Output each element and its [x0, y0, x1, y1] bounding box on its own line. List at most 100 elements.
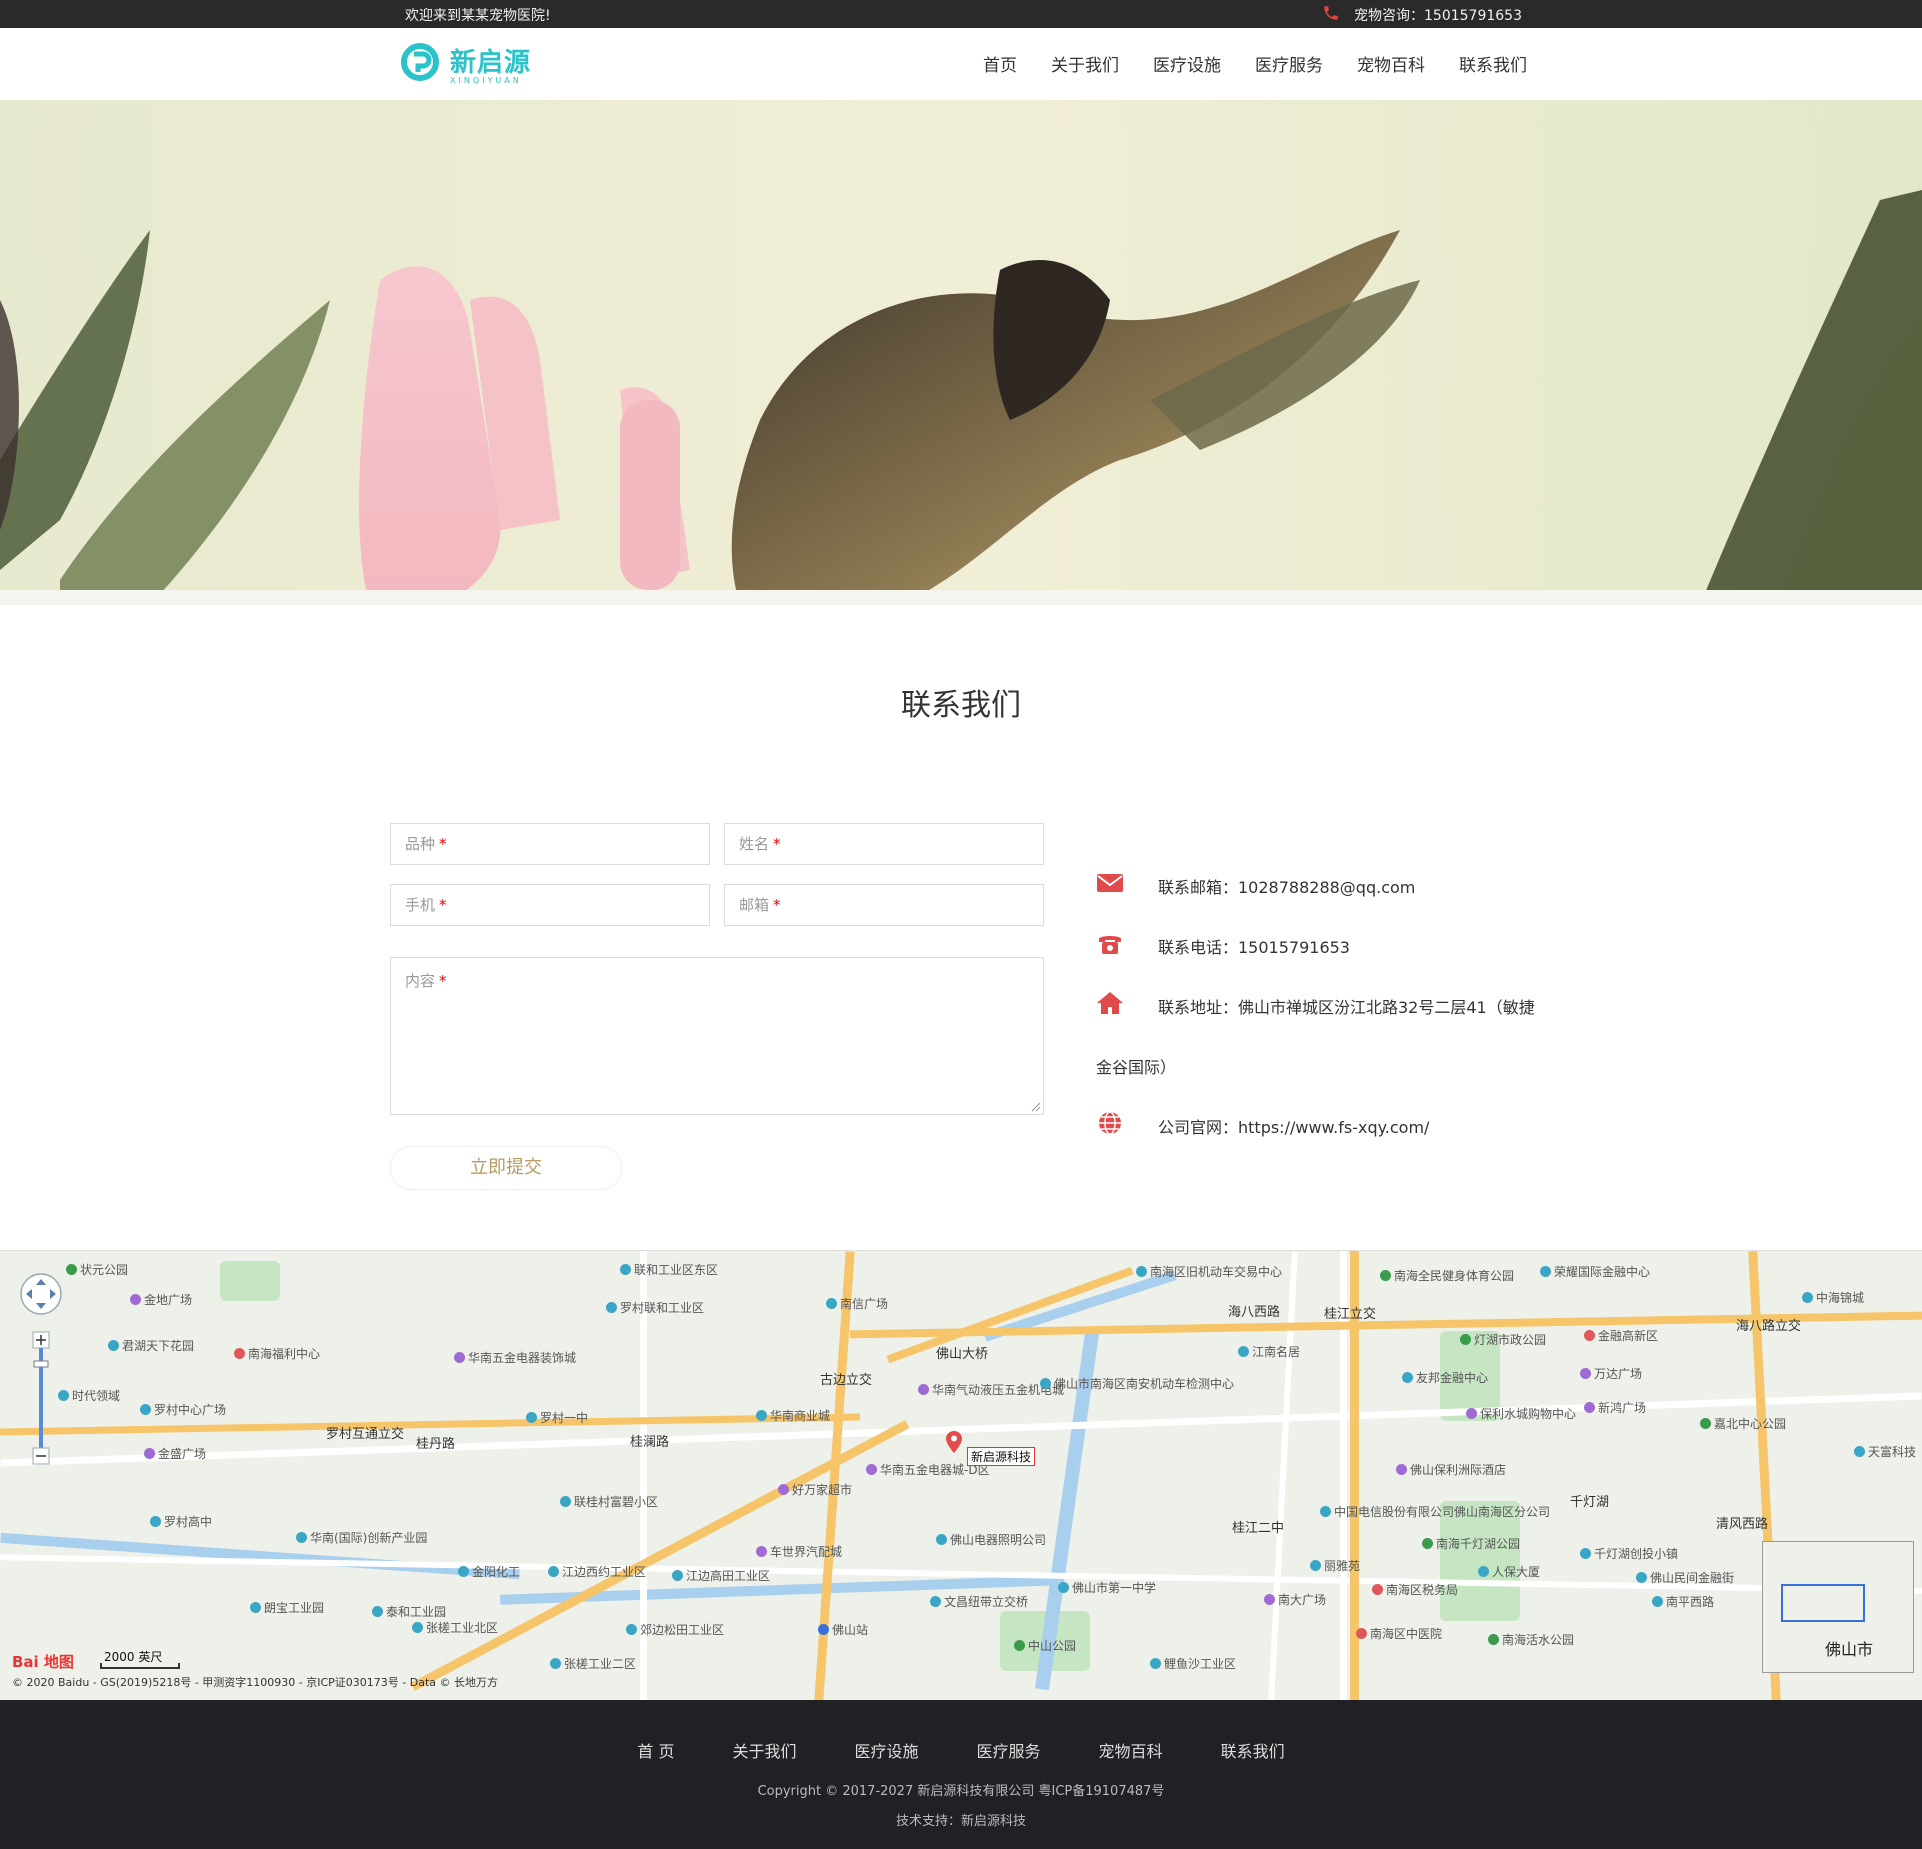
poi-label: 南海福利中心	[248, 1347, 321, 1361]
map-poi[interactable]: 南海活水公园	[1488, 1631, 1574, 1648]
map-poi[interactable]: 金融高新区	[1584, 1327, 1658, 1344]
footer-nav-contact[interactable]: 联系我们	[1192, 1738, 1314, 1762]
baidu-map[interactable]: 海八西路 桂江立交 海八路立交 佛山大桥 罗村互通立交 桂丹路 古边立交 桂澜路…	[0, 1250, 1922, 1701]
footer-nav-home[interactable]: 首 页	[608, 1738, 703, 1762]
name-input[interactable]: 姓名 *	[724, 823, 1044, 865]
map-poi[interactable]: 好万家超市	[778, 1481, 852, 1498]
map-poi[interactable]: 罗村高中	[150, 1513, 212, 1530]
poi-marker-icon	[250, 1602, 261, 1613]
footer-nav-about[interactable]: 关于我们	[704, 1738, 826, 1762]
map-poi[interactable]: 状元公园	[66, 1261, 128, 1278]
poi-label: 南海千灯湖公园	[1436, 1537, 1521, 1551]
overview-viewport-frame[interactable]	[1781, 1584, 1865, 1622]
map-poi[interactable]: 金阳化工	[458, 1563, 520, 1580]
map-poi[interactable]: 万达广场	[1580, 1365, 1642, 1382]
map-poi[interactable]: 中海锦城	[1802, 1289, 1864, 1306]
map-poi[interactable]: 华南(国际)创新产业园	[296, 1529, 427, 1546]
map-poi[interactable]: 泰和工业园	[372, 1603, 446, 1620]
nav-encyclopedia[interactable]: 宠物百科	[1340, 52, 1442, 80]
map-poi[interactable]: 罗村中心广场	[140, 1401, 226, 1418]
map-road-label: 千灯湖	[1570, 1495, 1610, 1510]
map-poi[interactable]: 华南五金电器装饰城	[454, 1349, 576, 1366]
map-poi[interactable]: 南海千灯湖公园	[1422, 1535, 1520, 1552]
nav-home[interactable]: 首页	[966, 52, 1034, 80]
phone-input[interactable]: 手机 *	[390, 884, 710, 926]
nav-services[interactable]: 医疗服务	[1238, 52, 1340, 80]
baidu-map-logo: Bai 地图	[12, 1653, 74, 1671]
nav-facilities[interactable]: 医疗设施	[1136, 52, 1238, 80]
map-poi[interactable]: 罗村联和工业区	[606, 1299, 704, 1316]
map-poi[interactable]: 天富科技	[1854, 1443, 1916, 1460]
map-poi[interactable]: 南海区税务局	[1372, 1581, 1458, 1598]
map-poi[interactable]: 千灯湖创投小镇	[1580, 1545, 1678, 1562]
map-poi[interactable]: 鲤鱼沙工业区	[1150, 1655, 1236, 1672]
submit-button[interactable]: 立即提交	[390, 1146, 622, 1190]
map-poi[interactable]: 中国电信股份有限公司佛山南海区分公司	[1320, 1503, 1550, 1520]
map-poi[interactable]: 江边高田工业区	[672, 1567, 770, 1584]
map-poi[interactable]: 佛山电器照明公司	[936, 1531, 1046, 1548]
map-road-label: 桂江立交	[1324, 1307, 1377, 1322]
map-poi[interactable]: 金盛广场	[144, 1445, 206, 1462]
map-poi[interactable]: 新鸿广场	[1584, 1399, 1646, 1416]
content-textarea[interactable]: 内容 *	[390, 957, 1044, 1115]
map-poi[interactable]: 联桂村富碧小区	[560, 1493, 658, 1510]
map-poi[interactable]: 张槎工业二区	[550, 1655, 636, 1672]
nav-about[interactable]: 关于我们	[1034, 52, 1136, 80]
breed-input[interactable]: 品种 *	[390, 823, 710, 865]
map-poi[interactable]: 中山公园	[1014, 1637, 1076, 1654]
map-poi[interactable]: 灯湖市政公园	[1460, 1331, 1546, 1348]
footer-nav-services[interactable]: 医疗服务	[948, 1738, 1070, 1762]
poi-marker-icon	[1488, 1634, 1499, 1645]
map-poi[interactable]: 友邦金融中心	[1402, 1369, 1488, 1386]
map-poi[interactable]: 嘉北中心公园	[1700, 1415, 1786, 1432]
contact-website-link[interactable]: 公司官网：https://www.fs-xqy.com/	[1158, 1114, 1429, 1138]
map-poi[interactable]: 华南商业城	[756, 1407, 830, 1424]
home-icon	[1097, 992, 1123, 1014]
map-poi[interactable]: 金地广场	[130, 1291, 192, 1308]
map-poi[interactable]: 荣耀国际金融中心	[1540, 1263, 1650, 1280]
footer-nav-encyclopedia[interactable]: 宠物百科	[1070, 1738, 1192, 1762]
map-poi[interactable]: 南海区中医院	[1356, 1625, 1442, 1642]
contact-email-text[interactable]: 联系邮箱：1028788288@qq.com	[1158, 874, 1415, 898]
map-poi[interactable]: 车世界汽配城	[756, 1543, 842, 1560]
map-poi[interactable]: 佛山站	[818, 1621, 868, 1638]
map-poi[interactable]: 丽雅苑	[1310, 1557, 1360, 1574]
map-poi[interactable]: 佛山民间金融街	[1636, 1569, 1734, 1586]
poi-label: 君湖天下花园	[122, 1339, 195, 1353]
map-poi[interactable]: 张槎工业北区	[412, 1619, 498, 1636]
map-poi[interactable]: 罗村一中	[526, 1409, 588, 1426]
map-overview[interactable]: 佛山市	[1762, 1541, 1914, 1673]
map-poi[interactable]: 南海区旧机动车交易中心	[1136, 1263, 1282, 1280]
consult-phone[interactable]: 宠物咨询：15015791653	[1354, 5, 1522, 25]
map-poi[interactable]: 南海福利中心	[234, 1345, 320, 1362]
email-input[interactable]: 邮箱 *	[724, 884, 1044, 926]
map-marker-label[interactable]: 新启源科技	[967, 1447, 1036, 1466]
map-poi[interactable]: 人保大厦	[1478, 1563, 1540, 1580]
resize-handle-icon[interactable]	[1031, 1102, 1041, 1112]
map-marker-icon[interactable]	[946, 1431, 962, 1453]
map-poi[interactable]: 佛山市南海区南安机动车检测中心	[1040, 1375, 1234, 1392]
logo[interactable]: 新启源 XINQIYUAN	[400, 42, 550, 88]
map-poi[interactable]: 江南名居	[1238, 1343, 1300, 1360]
map-poi[interactable]: 南平西路	[1652, 1593, 1714, 1610]
zoom-slider-handle[interactable]	[33, 1360, 49, 1368]
map-poi[interactable]: 文昌纽带立交桥	[930, 1593, 1028, 1610]
map-poi[interactable]: 南海全民健身体育公园	[1380, 1267, 1514, 1284]
map-poi[interactable]: 郊边松田工业区	[626, 1621, 724, 1638]
map-road-label: 海八路立交	[1736, 1319, 1802, 1334]
map-poi[interactable]: 朗宝工业园	[250, 1599, 324, 1616]
poi-marker-icon	[1058, 1582, 1069, 1593]
map-poi[interactable]: 江边西约工业区	[548, 1563, 646, 1580]
poi-marker-icon	[1700, 1418, 1711, 1429]
map-zoom-controls[interactable]	[14, 1267, 68, 1497]
poi-marker-icon	[108, 1340, 119, 1351]
map-poi[interactable]: 君湖天下花园	[108, 1337, 194, 1354]
map-poi[interactable]: 南大广场	[1264, 1591, 1326, 1608]
map-poi[interactable]: 佛山市第一中学	[1058, 1579, 1156, 1596]
map-poi[interactable]: 联和工业区东区	[620, 1261, 718, 1278]
map-poi[interactable]: 南信广场	[826, 1295, 888, 1312]
map-poi[interactable]: 佛山保利洲际酒店	[1396, 1461, 1506, 1478]
footer-nav-facilities[interactable]: 医疗设施	[826, 1738, 948, 1762]
nav-contact[interactable]: 联系我们	[1442, 52, 1544, 80]
map-poi[interactable]: 保利水城购物中心	[1466, 1405, 1576, 1422]
